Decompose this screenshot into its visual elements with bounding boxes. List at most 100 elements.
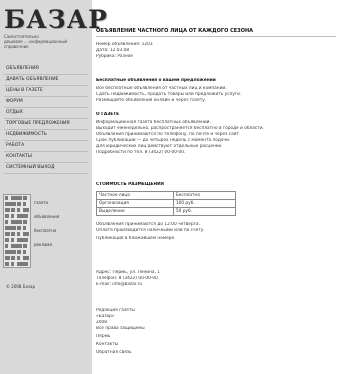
pattern-block (11, 202, 16, 206)
pattern-block (11, 196, 17, 200)
sidebar-note: объявления (34, 214, 60, 219)
pattern-block (23, 256, 29, 260)
body-line: Все бесплатные объявления от частных лиц… (96, 86, 227, 91)
pattern-block (23, 196, 27, 200)
body-line: Объявления принимаются до 12:00 четверга… (96, 222, 200, 227)
nav-item-realty[interactable]: НЕДВИЖИМОСТЬ (4, 130, 88, 141)
pattern-block (11, 208, 15, 212)
sidebar-note: реклама (34, 242, 52, 247)
section-heading: О ГАЗЕТЕ (96, 112, 120, 117)
pattern-block (23, 214, 28, 218)
pattern-block (11, 232, 15, 236)
sidebar-note: газета (34, 200, 48, 205)
pattern-block (11, 256, 15, 260)
table-row: Организация 100 руб. (96, 199, 237, 208)
pattern-block (23, 238, 28, 242)
site-logo[interactable]: БАЗАР (4, 5, 107, 35)
table-cell: Бесплатно (172, 191, 237, 200)
table-title: СТОИМОСТЬ РАЗМЕЩЕНИЯ (96, 182, 164, 187)
contact-line: Телефон: 8 (3422) 00-00-00 (96, 276, 158, 281)
pattern-block (23, 244, 27, 248)
pattern-block (5, 238, 9, 242)
pattern-block (17, 196, 22, 200)
sidebar-nav: ОБЪЯВЛЕНИЯ ДАВАТЬ ОБЪЯВЛЕНИЕ ЦЕНЫ В ГАЗЕ… (4, 64, 88, 174)
table-cell: Частное лицо (96, 191, 174, 200)
sidebar: БАЗАР Самостоятельно дешевле … информаци… (0, 0, 107, 374)
footer-line: «Базар» (96, 314, 115, 319)
section-heading: Бесплатные объявления о вашем предложени… (96, 78, 216, 83)
nav-item-ads[interactable]: ОБЪЯВЛЕНИЯ (4, 64, 88, 75)
pattern-block (17, 214, 23, 218)
body-line: Выходит еженедельно, распространяется бе… (96, 126, 264, 131)
pattern-block (5, 214, 9, 218)
pattern-block (17, 208, 20, 212)
footer-link[interactable]: Контакты (96, 342, 334, 347)
body-line: Подробности по тел. 8 (3422) 00-00-00. (96, 150, 186, 155)
footer-link[interactable]: Обратная связь (96, 350, 334, 355)
table-cell: Выделение (96, 207, 174, 216)
pattern-block (23, 208, 29, 212)
contact-email-link[interactable]: E-mail: info@bazar.ru (96, 282, 334, 287)
footer-line: Редакция газеты (96, 308, 135, 313)
pattern-block (5, 250, 11, 254)
price-table: Частное лицо Бесплатно Организация 100 р… (96, 191, 237, 216)
nav-item-jobs[interactable]: РАБОТА (4, 141, 88, 152)
pattern-block (17, 256, 20, 260)
nav-item-logout[interactable]: СИСТЕМНЫЙ ВЫХОД (4, 163, 88, 174)
pattern-block (5, 196, 8, 200)
pattern-block (17, 220, 22, 224)
pattern-block (5, 232, 10, 236)
pattern-block (17, 244, 22, 248)
contact-line: Адрес: Пермь, ул. Ленина, 1 (96, 270, 160, 275)
nav-item-forum[interactable]: ФОРУМ (4, 97, 88, 108)
nav-item-prices[interactable]: ЦЕНЫ В ГАЗЕТЕ (4, 86, 88, 97)
meta-line: Номер объявления: 1203 (96, 42, 153, 47)
table-row: Частное лицо Бесплатно (96, 191, 237, 200)
pattern-block (11, 238, 14, 242)
pattern-block (23, 262, 28, 266)
pattern-block (11, 214, 14, 218)
pattern-block (5, 226, 11, 230)
sidebar-note: бесплатно (34, 228, 57, 233)
footer-line: 2008 (96, 320, 107, 325)
meta-line: Дата: 12.03.08 (96, 48, 130, 53)
decorative-pattern (3, 194, 31, 268)
pattern-graphic (5, 196, 29, 266)
nav-item-trade[interactable]: ТОРГОВЫЕ ПРЕДЛОЖЕНИЯ (4, 119, 88, 130)
pattern-block (17, 262, 23, 266)
pattern-block (11, 262, 14, 266)
pattern-block (5, 244, 8, 248)
body-line: Оплата производится наличными или по счё… (96, 228, 205, 233)
divider (96, 36, 336, 37)
body-line: Срок публикации — до четырёх недель с мо… (96, 138, 231, 143)
pattern-block (23, 226, 26, 230)
body-line: Информационная газета бесплатных объявле… (96, 120, 211, 125)
pattern-block (11, 250, 16, 254)
pattern-block (11, 244, 17, 248)
body-line: Объявления принимаются по телефону, по п… (96, 132, 241, 137)
body-line: Публикация в ближайшем номере. (96, 236, 176, 241)
body-line: Сдать недвижимость, продать товары или п… (96, 92, 242, 97)
pattern-block (5, 256, 10, 260)
pattern-block (11, 226, 16, 230)
body-line: Для юридических лиц действуют отдельные … (96, 144, 223, 149)
pattern-block (23, 220, 27, 224)
pattern-block (17, 250, 21, 254)
table-cell: 100 руб. (172, 199, 237, 208)
nav-item-leisure[interactable]: ОТДЫХ (4, 108, 88, 119)
site-tagline: Самостоятельно дешевле … информационный … (4, 34, 88, 49)
footer-line: Все права защищены (96, 326, 145, 331)
pattern-block (5, 208, 10, 212)
table-row: Выделение 50 руб. (96, 207, 237, 216)
pattern-block (17, 226, 21, 230)
nav-item-place-ad[interactable]: ДАВАТЬ ОБЪЯВЛЕНИЕ (4, 75, 88, 86)
table-cell: 50 руб. (172, 207, 237, 216)
nav-item-contacts[interactable]: КОНТАКТЫ (4, 152, 88, 163)
pattern-block (23, 202, 26, 206)
page-title: ОБЪЯВЛЕНИЕ ЧАСТНОГО ЛИЦА ОТ КАЖДОГО СЕЗО… (96, 28, 254, 34)
pattern-block (17, 238, 23, 242)
copyright-note: © 2008 Базар (6, 284, 36, 289)
tagline-line: справочник (4, 44, 29, 49)
pattern-block (5, 220, 8, 224)
meta-line: Рубрика: Разное (96, 54, 133, 59)
